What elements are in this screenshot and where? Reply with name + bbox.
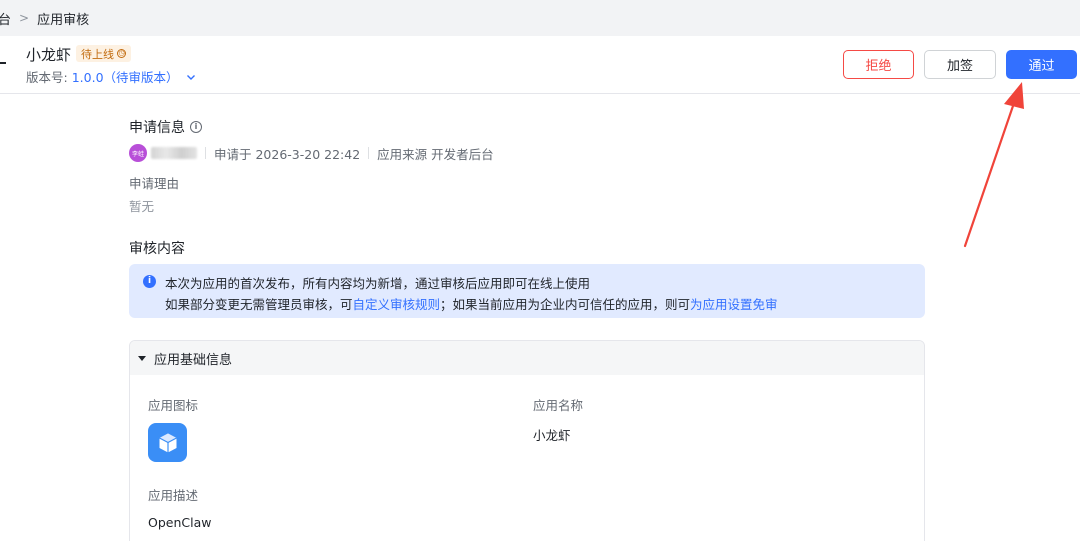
clock-icon: ◷ — [117, 49, 126, 58]
notice-banner: i 本次为应用的首次发布，所有内容均为新增，通过审核后应用即可在线上使用 如果部… — [129, 264, 925, 318]
app-cube-icon — [148, 423, 187, 462]
basic-info-header[interactable]: 应用基础信息 — [130, 341, 924, 375]
avatar[interactable]: 李蛙 — [129, 144, 147, 162]
notice-text: 如果部分变更无需管理员审核，可 — [165, 297, 353, 312]
chevron-down-icon — [186, 74, 195, 80]
status-badge: 待上线 ◷ — [76, 45, 131, 62]
version-label: 版本号: — [26, 70, 68, 85]
add-signer-button[interactable]: 加签 — [924, 50, 996, 79]
reject-button[interactable]: 拒绝 — [843, 50, 914, 79]
app-icon-label: 应用图标 — [148, 398, 199, 413]
notice-text: ；如果当前应用为企业内可信任的应用，则可 — [440, 297, 691, 312]
info-icon: i — [143, 275, 156, 288]
applicant-name-blurred — [151, 147, 197, 159]
apply-info-title: 申请信息 i — [129, 117, 202, 137]
app-name: 小龙虾 — [26, 46, 72, 64]
breadcrumb-current: 应用审核 — [37, 12, 90, 28]
apply-info-title-text: 申请信息 — [129, 120, 185, 136]
notice-line-2: 如果部分变更无需管理员审核，可自定义审核规则；如果当前应用为企业内可信任的应用，… — [165, 294, 778, 313]
page-header: 小龙虾 待上线 ◷ 版本号: 1.0.0（待审版本） 拒绝 加签 通过 — [0, 36, 1080, 94]
custom-review-rules-link[interactable]: 自定义审核规则 — [353, 297, 441, 312]
back-icon[interactable] — [0, 62, 6, 64]
breadcrumb-prev[interactable]: 台 — [0, 9, 11, 28]
basic-info-card: 应用基础信息 应用图标 应用名称 小龙虾 应用描述 OpenClaw — [129, 340, 925, 541]
version-selector[interactable]: 版本号: 1.0.0（待审版本） — [26, 67, 197, 86]
app-name-value: 小龙虾 — [533, 428, 571, 443]
basic-info-title: 应用基础信息 — [154, 352, 233, 368]
divider — [205, 147, 206, 159]
app-name-label: 应用名称 — [533, 398, 584, 413]
set-exemption-link[interactable]: 为应用设置免审 — [690, 297, 778, 312]
applicant-row: 李蛙 申请于 2026-3-20 22:42 应用来源 开发者后台 — [129, 144, 494, 162]
chevron-right-icon: > — [19, 11, 30, 25]
caret-down-icon — [138, 355, 146, 361]
version-value: 1.0.0（待审版本） — [71, 70, 179, 85]
applied-time: 申请于 2026-3-20 22:42 — [214, 146, 361, 162]
reason-label: 申请理由 — [129, 176, 180, 191]
breadcrumb: 台 > 应用审核 — [0, 0, 1080, 36]
reason-value: 暂无 — [129, 199, 155, 214]
app-desc-value: OpenClaw — [148, 515, 212, 530]
app-source: 应用来源 开发者后台 — [377, 146, 494, 162]
status-label: 待上线 — [81, 47, 114, 61]
info-icon[interactable]: i — [190, 121, 202, 133]
divider — [368, 147, 370, 159]
review-content-title: 审核内容 — [129, 241, 185, 257]
notice-line-1: 本次为应用的首次发布，所有内容均为新增，通过审核后应用即可在线上使用 — [165, 276, 591, 291]
app-desc-label: 应用描述 — [148, 488, 199, 503]
approve-button[interactable]: 通过 — [1006, 50, 1077, 79]
